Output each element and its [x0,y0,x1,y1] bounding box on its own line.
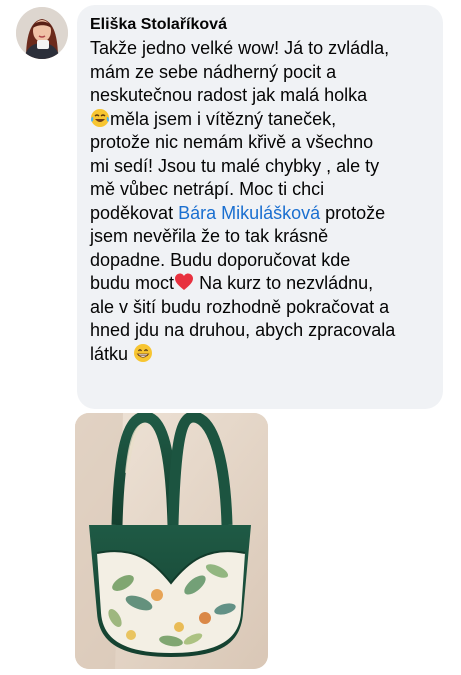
comment-line: jsem nevěřila že to tak krásně [90,225,431,249]
comment-text-segment: Takže jedno velké wow! Já to zvládla, [90,38,390,58]
grinning-face-icon [134,343,153,362]
comment-line: dopadne. Budu doporučovat kde [90,249,431,273]
comment-text-segment: jsem nevěřila že to tak krásně [90,226,329,246]
comment-line: měla jsem i vítězný taneček, [90,108,431,132]
comment-text-segment: měla jsem i vítězný taneček, [110,108,337,129]
comment-bubble: Eliška Stolaříková Takže jedno velké wow… [77,5,443,409]
comment-line: mám ze sebe nádherný pocit a [90,61,431,85]
comment-text-segment: protože [320,202,386,223]
face-with-tears-of-joy-icon [91,108,109,127]
author-avatar[interactable] [16,7,68,59]
comment-line: ale v šití budu rozhodně pokračovat a [90,296,431,320]
comment-text-segment: látku [90,343,134,364]
author-avatar-photo [16,7,68,59]
tote-bag-photo [75,413,268,669]
comment-author-name[interactable]: Eliška Stolaříková [90,15,431,37]
comment-line: neskutečnou radost jak malá holka [90,84,431,108]
comment-line: protože nic nemám křivě a všechno [90,131,431,155]
attached-photo[interactable] [75,413,268,669]
comment-line: hned jdu na druhou, abych zpracovala [90,319,431,343]
comment-line: mě vůbec netrápí. Moc ti chci [90,178,431,202]
comment-line: Takže jedno velké wow! Já to zvládla, [90,37,431,61]
comment-line: budu moct Na kurz to nezvládnu, [90,272,431,296]
red-heart-icon [175,273,194,290]
comment-text-segment: ale v šití budu rozhodně pokračovat a [90,296,390,317]
comment-text-segment: mám ze sebe nádherný pocit a [90,61,337,82]
comment-line: poděkovat Bára Mikulášková protože [90,202,431,226]
comment-line: látku [90,343,431,367]
comment-text-segment: neskutečnou radost jak malá holka [90,85,368,105]
comment-text-segment: budu moct [90,273,175,293]
comment-text-segment: dopadne. Budu doporučovat kde [90,249,351,270]
comment-text-segment: Na kurz to nezvládnu, [194,273,374,293]
comment-text-segment: poděkovat [90,202,179,223]
comment-text-segment: mi sedí! Jsou tu malé chybky , ale ty [90,155,380,176]
comment-text: Takže jedno velké wow! Já to zvládla, má… [90,37,431,366]
comment-text-segment: mě vůbec netrápí. Moc ti chci [90,179,325,199]
comment-line: mi sedí! Jsou tu malé chybky , ale ty [90,155,431,179]
comment-text-segment: hned jdu na druhou, abych zpracovala [90,320,396,340]
mention-link[interactable]: Bára Mikulášková [178,203,320,223]
comment-text-segment: protože nic nemám křivě a všechno [90,132,374,152]
